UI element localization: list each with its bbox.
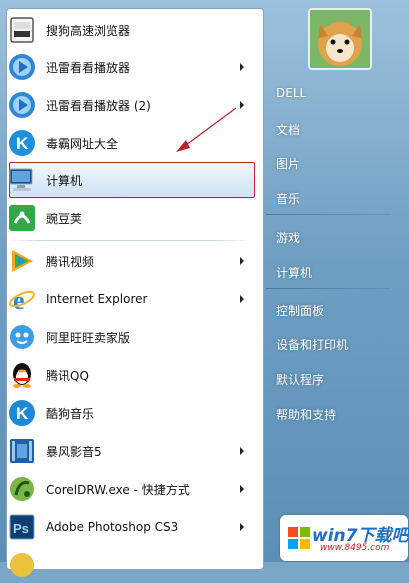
program-label: 迅雷看看播放器 (2) [46,98,151,113]
program-label: 搜狗高速浏览器 [46,23,131,38]
separator [266,288,390,289]
tencent-video-icon [6,245,38,277]
submenu-arrow-icon[interactable] [240,63,244,71]
pictures-link[interactable]: 图片 [276,155,300,172]
program-label: Adobe Photoshop CS3 [46,520,179,534]
svg-text:e: e [13,286,25,314]
computer-icon [6,164,38,196]
app-icon [6,549,38,581]
aliwangwang-icon [6,321,38,353]
svg-text:K: K [16,404,29,423]
devices-printers-link[interactable]: 设备和打印机 [276,336,348,353]
watermark-logo: win7下载吧 www.8495.com [280,515,408,561]
annotation-arrow [176,107,237,152]
default-programs-link[interactable]: 默认程序 [276,371,324,388]
program-label: CorelDRW.exe - 快捷方式 [46,482,190,497]
coreldraw-icon [6,473,38,505]
computer-link[interactable]: 计算机 [276,264,312,281]
music-link[interactable]: 音乐 [276,190,300,207]
photoshop-icon: Ps [6,511,38,543]
program-label: Internet Explorer [46,292,148,306]
separator [8,240,250,241]
xunlei-player-icon [6,89,38,121]
baofeng-film-icon [6,435,38,467]
submenu-arrow-icon[interactable] [240,447,244,455]
program-label: 酷狗音乐 [46,406,95,421]
program-item-computer[interactable]: 计算机 [4,162,252,198]
help-support-link[interactable]: 帮助和支持 [276,406,336,423]
separator [266,214,390,215]
program-item-internet-explorer[interactable]: e Internet Explorer [4,281,252,317]
user-name-link[interactable]: DELL [276,86,306,100]
program-label: 暴风影音5 [46,444,102,459]
windows-logo-icon [288,527,310,549]
program-item-xunlei-player[interactable]: 迅雷看看播放器 [4,49,252,85]
submenu-arrow-icon[interactable] [240,257,244,265]
program-item-baofeng[interactable]: 暴风影音5 [4,433,252,469]
program-item-coreldraw[interactable]: CorelDRW.exe - 快捷方式 [4,471,252,507]
games-link[interactable]: 游戏 [276,229,300,246]
kugou-k-icon: K [6,397,38,429]
program-label: 阿里旺旺卖家版 [46,330,131,345]
program-label: 腾讯QQ [46,368,89,383]
user-avatar[interactable] [308,8,372,70]
program-item-aliwangwang[interactable]: 阿里旺旺卖家版 [4,319,252,355]
submenu-arrow-icon[interactable] [240,101,244,109]
submenu-arrow-icon[interactable] [240,295,244,303]
program-label: 计算机 [46,173,83,188]
program-item-wandoujia[interactable]: 豌豆荚 [4,200,252,236]
program-label: 豌豆荚 [46,211,83,226]
control-panel-link[interactable]: 控制面板 [276,302,324,319]
internet-explorer-icon: e [6,283,38,315]
documents-link[interactable]: 文档 [276,121,300,138]
qq-penguin-icon [6,359,38,391]
watermark-url: www.8495.com [320,543,390,553]
submenu-arrow-icon[interactable] [240,523,244,531]
submenu-arrow-icon[interactable] [240,485,244,493]
program-item-tencent-video[interactable]: 腾讯视频 [4,243,252,279]
duba-k-icon: K [6,127,38,159]
program-item-photoshop[interactable]: Ps Adobe Photoshop CS3 [4,509,252,545]
program-label: 迅雷看看播放器 [46,60,131,75]
sogou-browser-icon [6,14,38,46]
program-label: 毒霸网址大全 [46,136,119,151]
svg-text:K: K [16,134,29,153]
program-item-partial[interactable] [4,547,252,583]
xunlei-player-icon [6,51,38,83]
svg-text:Ps: Ps [13,521,29,536]
program-item-sogou-browser[interactable]: 搜狗高速浏览器 [4,12,252,48]
program-item-kugou[interactable]: K 酷狗音乐 [4,395,252,431]
program-item-qq[interactable]: 腾讯QQ [4,357,252,393]
program-label: 腾讯视频 [46,254,95,269]
wandoujia-icon [6,202,38,234]
